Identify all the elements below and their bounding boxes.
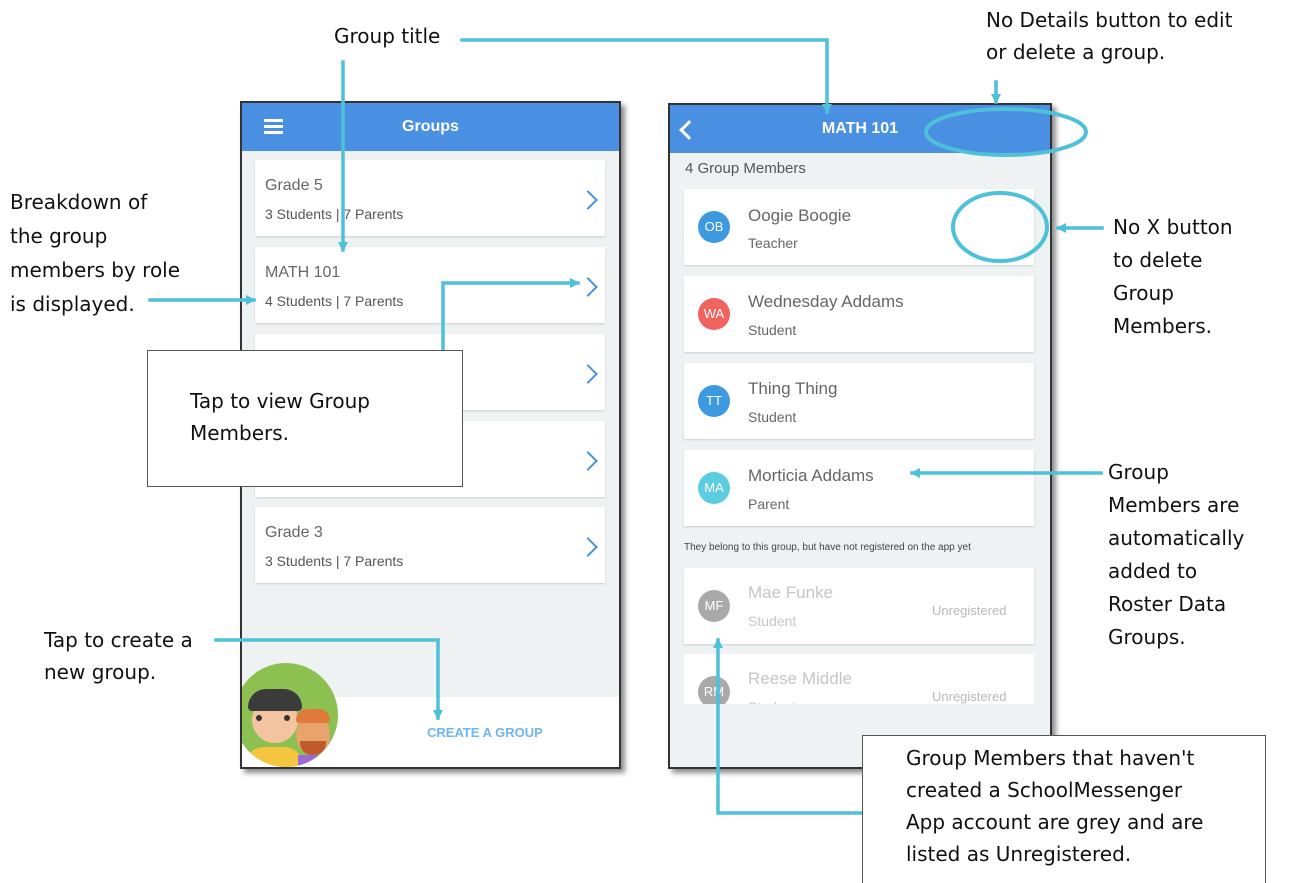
unregistered-connector (713, 638, 864, 815)
auto-added-line: Groups. (1108, 625, 1186, 649)
no-details-highlight-ellipse (924, 107, 1088, 157)
unregistered-text: Group Members that haven't created a Sch… (906, 742, 1203, 870)
no-details-line: or delete a group. (986, 40, 1166, 64)
tap-create-line: Tap to create a (44, 628, 193, 652)
breakdown-line: the group (10, 224, 108, 248)
auto-added-line: Group (1108, 460, 1169, 484)
breakdown-annotation: Breakdown of the group members by role i… (10, 185, 180, 321)
no-x-line: Members. (1113, 314, 1213, 338)
tap-view-connector (441, 278, 580, 352)
tap-view-callout-box: Tap to view Group Members. (147, 350, 463, 487)
tap-view-line: Tap to view Group (190, 389, 370, 413)
unregistered-callout-box: Group Members that haven't created a Sch… (862, 735, 1266, 883)
unregistered-line: Group Members that haven't (906, 746, 1195, 770)
no-details-annotation: No Details button to edit or delete a gr… (986, 4, 1232, 68)
unregistered-line: created a SchoolMessenger (906, 778, 1183, 802)
breakdown-line: Breakdown of (10, 190, 148, 214)
tap-view-line: Members. (190, 421, 290, 445)
auto-added-line: automatically (1108, 526, 1245, 550)
tap-create-annotation: Tap to create a new group. (44, 624, 193, 688)
no-x-line: to delete (1113, 248, 1203, 272)
tap-create-connector (214, 638, 443, 720)
no-details-line: No Details button to edit (986, 8, 1233, 32)
no-x-line: Group (1113, 281, 1174, 305)
auto-added-line: Roster Data (1108, 592, 1227, 616)
tap-view-text: Tap to view Group Members. (190, 385, 370, 449)
tap-create-line: new group. (44, 660, 157, 684)
unregistered-line: listed as Unregistered. (906, 842, 1132, 866)
auto-added-line: Members are (1108, 493, 1240, 517)
group-title-annotation: Group title (334, 24, 441, 48)
auto-added-annotation: Group Members are automatically added to… (1108, 456, 1244, 654)
auto-added-line: added to (1108, 559, 1198, 583)
no-x-highlight-ellipse (951, 191, 1049, 263)
breakdown-line: members by role (10, 258, 181, 282)
breakdown-line: is displayed. (10, 292, 135, 316)
no-x-annotation: No X button to delete Group Members. (1113, 211, 1233, 343)
no-x-line: No X button (1113, 215, 1233, 239)
unregistered-line: App account are grey and are (906, 810, 1204, 834)
group-title-connector-right (460, 38, 832, 114)
